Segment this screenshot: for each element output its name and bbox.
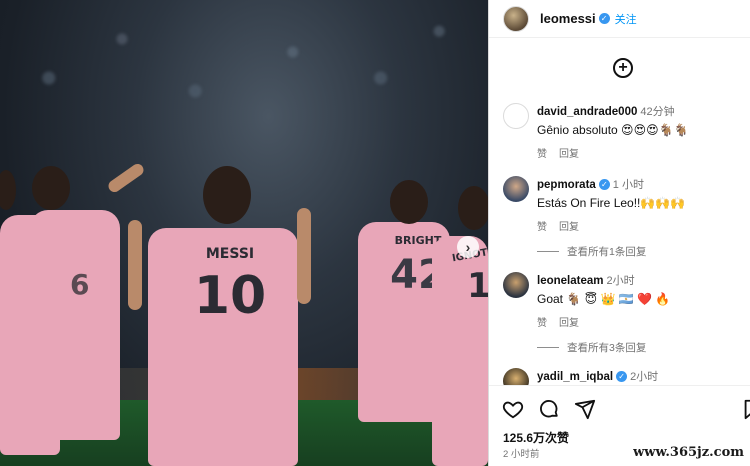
jersey-number-messi: 10 — [193, 266, 267, 326]
player-messi-left-arm — [128, 220, 142, 310]
comment-text: Estás On Fire Leo!!🙌🙌🙌 — [537, 196, 686, 210]
view-replies-label: 查看所有3条回复 — [567, 342, 647, 354]
follow-button[interactable]: 关注 — [615, 11, 637, 27]
comment-username[interactable]: leonelateam — [537, 275, 603, 287]
comment-time: 1 小时 — [612, 179, 644, 191]
chevron-right-icon: › — [465, 239, 471, 255]
comment-avatar[interactable] — [503, 103, 529, 129]
player-messi — [148, 228, 298, 466]
comment-avatar[interactable] — [503, 272, 529, 298]
comment-like-button[interactable]: 赞 — [537, 318, 547, 329]
share-icon[interactable] — [574, 398, 596, 420]
player-messi-head — [203, 166, 251, 224]
bookmark-icon[interactable] — [741, 398, 750, 420]
player-right-head — [458, 186, 488, 230]
comment-like-button[interactable]: 赞 — [537, 149, 547, 160]
comment-item: david_andrade000 42分钟 Gênio absoluto 😍😍😍🐐… — [503, 103, 749, 160]
comment-item: pepmorata ✓ 1 小时 Estás On Fire Leo!!🙌🙌🙌 赞 回… — [503, 176, 749, 233]
avatar[interactable] — [503, 5, 529, 32]
divider — [537, 251, 559, 252]
post-photo[interactable]: 6 MESSI 10 BRIGHT 42 IGNOTE 1 › — [0, 0, 488, 466]
comment-time: 42分钟 — [640, 106, 675, 118]
jersey-number-right: 1 — [467, 266, 488, 306]
verified-icon: ✓ — [598, 179, 610, 191]
verified-icon: ✓ — [616, 371, 628, 383]
player-six — [30, 210, 120, 440]
jersey-name-messi: MESSI — [205, 246, 255, 262]
view-replies-label: 查看所有1条回复 — [567, 246, 647, 258]
like-count[interactable]: 125.6万次赞 — [503, 429, 569, 446]
post-username[interactable]: leomessi — [540, 11, 596, 26]
comment-time: 2小时 — [606, 275, 635, 287]
verified-icon: ✓ — [598, 13, 610, 24]
view-replies-button[interactable]: 查看所有3条回复 — [537, 340, 646, 355]
player-messi-right-arm — [297, 208, 311, 304]
comment-time: 2小时 — [630, 371, 659, 383]
comment-text: Gênio absoluto 😍😍😍🐐🐐 — [537, 123, 689, 137]
comment-reply-button[interactable]: 回复 — [559, 149, 579, 160]
carousel-next-button[interactable]: › — [457, 236, 479, 258]
plus-circle-icon[interactable]: + — [613, 58, 633, 78]
comment-avatar[interactable] — [503, 176, 529, 202]
comment-username[interactable]: pepmorata — [537, 179, 596, 191]
view-replies-button[interactable]: 查看所有1条回复 — [537, 244, 646, 259]
post-side-panel: leomessi ✓ 关注 + david_andrade000 42分钟 Gên… — [488, 0, 750, 466]
comment-icon[interactable] — [538, 398, 560, 420]
jersey-number-six: 6 — [70, 268, 90, 301]
post-timestamp: 2 小时前 — [503, 449, 540, 460]
comment-reply-button[interactable]: 回复 — [559, 318, 579, 329]
site-watermark: www.365jz.com — [633, 445, 744, 460]
comment-text: Goat 🐐 😇 👑 🇦🇷 ❤️ 🔥 — [537, 292, 671, 306]
comment-reply-button[interactable]: 回复 — [559, 222, 579, 233]
player-six-head — [32, 166, 70, 210]
post-header: leomessi ✓ 关注 — [489, 0, 750, 38]
comment-username[interactable]: yadil_m_iqbal — [537, 371, 613, 383]
heart-icon[interactable] — [502, 398, 524, 420]
player-bright-head — [390, 180, 428, 224]
comment-item: leonelateam 2小时 Goat 🐐 😇 👑 🇦🇷 ❤️ 🔥 赞 回复 — [503, 272, 749, 329]
comment-username[interactable]: david_andrade000 — [537, 106, 637, 118]
comment-like-button[interactable]: 赞 — [537, 222, 547, 233]
divider — [537, 347, 559, 348]
